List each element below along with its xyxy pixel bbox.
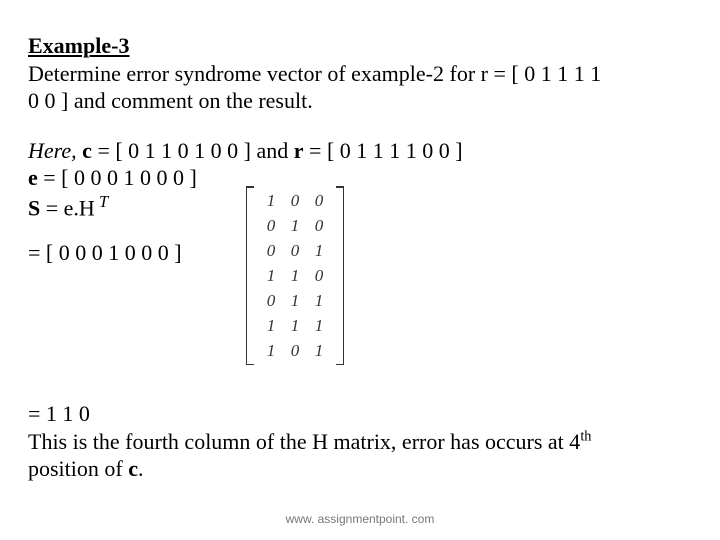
matrix-cell: 1: [307, 313, 331, 338]
conclusion-c: c: [128, 456, 138, 481]
here-line: Here, c = [ 0 1 1 0 1 0 0 ] and r = [ 0 …: [28, 137, 692, 165]
matrix-cell: 1: [259, 313, 283, 338]
matrix-cell: 1: [283, 263, 307, 288]
matrix-cell: 1: [259, 338, 283, 363]
matrix-cell: 0: [307, 263, 331, 288]
matrix-cell: 1: [283, 213, 307, 238]
e-label: e: [28, 165, 38, 190]
prompt-line-2: 0 0 ] and comment on the result.: [28, 87, 692, 115]
matrix-grid: 100010001110011111101: [255, 186, 335, 365]
footer-url: www. assignmentpoint. com: [0, 512, 720, 526]
conclusion-line-1: This is the fourth column of the H matri…: [28, 428, 591, 456]
matrix-cell: 0: [283, 338, 307, 363]
c-value: = [ 0 1 1 0 1 0 0 ]: [92, 138, 251, 163]
e-value: = [ 0 0 0 1 0 0 0 ]: [38, 165, 197, 190]
e-line: e = [ 0 0 0 1 0 0 0 ]: [28, 164, 692, 192]
slide: Example-3 Determine error syndrome vecto…: [0, 0, 720, 540]
matrix-cell: 1: [307, 238, 331, 263]
prompt-line-1: Determine error syndrome vector of examp…: [28, 60, 692, 88]
matrix-right-bracket: [335, 186, 344, 365]
e-times-Ht-row: = [ 0 0 0 1 0 0 0 ]: [28, 239, 692, 267]
matrix-cell: 1: [283, 313, 307, 338]
matrix-cell: 0: [307, 188, 331, 213]
H-transpose-matrix: 100010001110011111101: [246, 186, 344, 365]
matrix-cell: 0: [259, 213, 283, 238]
S-superscript: T: [95, 192, 108, 211]
here-prefix: Here,: [28, 138, 82, 163]
result-line: = 1 1 0: [28, 400, 591, 428]
r-label: r: [294, 138, 304, 163]
c-label: c: [82, 138, 92, 163]
matrix-cell: 0: [283, 188, 307, 213]
matrix-cell: 0: [283, 238, 307, 263]
matrix-cell: 1: [283, 288, 307, 313]
conclusion-block: = 1 1 0 This is the fourth column of the…: [28, 400, 591, 483]
matrix-cell: 0: [307, 213, 331, 238]
example-title: Example-3: [28, 32, 692, 60]
matrix-cell: 1: [259, 188, 283, 213]
matrix-cell: 1: [259, 263, 283, 288]
conclusion-line-2: position of c.: [28, 455, 591, 483]
s-line: S = e.H T: [28, 192, 692, 222]
and-text: and: [251, 138, 294, 163]
matrix-cell: 0: [259, 288, 283, 313]
r-value: = [ 0 1 1 1 1 0 0 ]: [304, 138, 463, 163]
S-eq: = e.H: [40, 195, 95, 220]
e-row-values: = [ 0 0 0 1 0 0 0 ]: [28, 239, 182, 267]
matrix-left-bracket: [246, 186, 255, 365]
conclusion-text-2a: position of: [28, 456, 128, 481]
matrix-cell: 1: [307, 288, 331, 313]
conclusion-period: .: [138, 456, 144, 481]
matrix-cell: 1: [307, 338, 331, 363]
ordinal-suffix: th: [580, 428, 591, 444]
conclusion-text-1: This is the fourth column of the H matri…: [28, 429, 580, 454]
matrix-cell: 0: [259, 238, 283, 263]
S-label: S: [28, 195, 40, 220]
